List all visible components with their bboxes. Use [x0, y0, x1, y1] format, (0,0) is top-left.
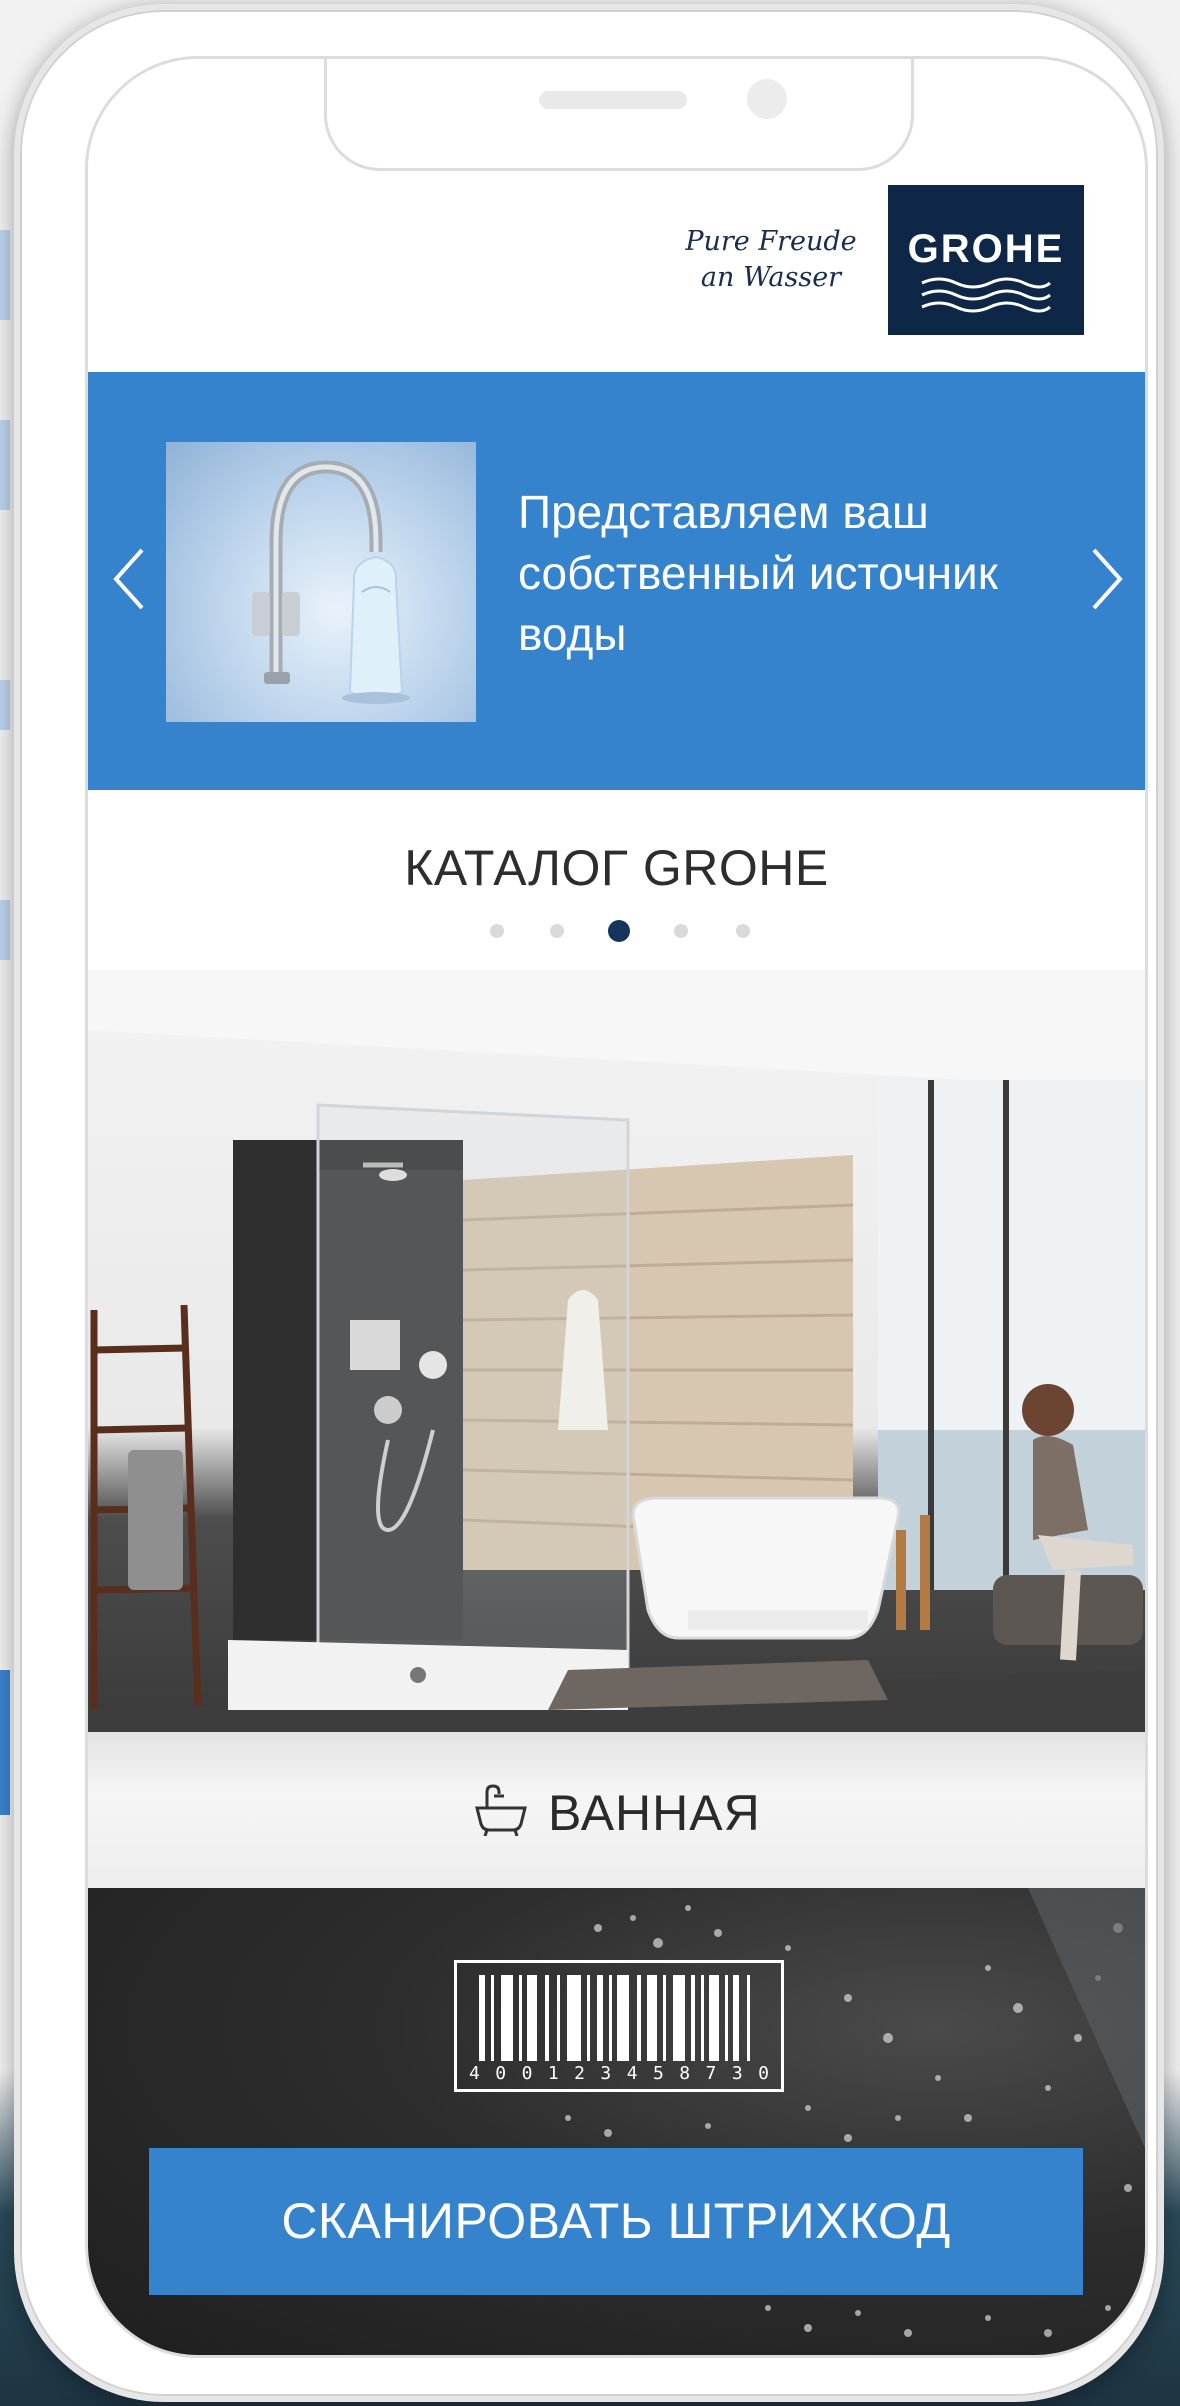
brand-tagline: Pure Freude an Wasser [678, 224, 864, 296]
promo-banner[interactable]: Представляем ваш собственный источник во… [88, 372, 1145, 790]
background-tile [0, 900, 10, 960]
pagination-dot-active[interactable] [608, 920, 630, 942]
barcode-digits: 4 0 0 1 2 3 4 5 8 7 3 0 [469, 2063, 769, 2084]
category-bathroom[interactable]: ВАННАЯ [88, 1732, 1145, 1888]
speaker-grille [539, 91, 687, 109]
bathroom-image[interactable] [88, 970, 1145, 1732]
banner-text-line: собственный источник [518, 547, 998, 599]
barcode-digit: 2 [574, 2063, 585, 2084]
barcode-digit: 7 [705, 2063, 717, 2084]
background-tile [0, 230, 10, 320]
bathroom-illustration [88, 970, 1145, 1732]
phone-frame: Pure Freude an Wasser GROHE Представляем… [14, 4, 1164, 2402]
category-label: ВАННАЯ [548, 1785, 761, 1841]
barcode-digit: 4 [469, 2063, 480, 2084]
background-tile [0, 1670, 10, 1815]
app-screen: Pure Freude an Wasser GROHE Представляем… [88, 59, 1145, 2355]
background-tile [0, 680, 10, 730]
barcode-digit: 4 [626, 2063, 638, 2084]
banner-text-line: Представляем ваш [518, 486, 929, 538]
scan-section: 4 0 0 1 2 3 4 5 8 7 3 0 СКАНИРОВАТЬ ШТРИ… [88, 1888, 1145, 2355]
chevron-left-icon[interactable] [98, 534, 158, 624]
banner-text-line: воды [518, 608, 627, 660]
carousel-pagination [88, 919, 1145, 943]
tagline-line: an Wasser [700, 262, 842, 293]
pagination-dot[interactable] [674, 924, 688, 938]
barcode-digit: 0 [521, 2063, 533, 2084]
tagline-line: Pure Freude [685, 226, 857, 257]
barcode-digit: 0 [758, 2063, 769, 2084]
barcode-digit: 3 [600, 2063, 612, 2084]
catalog-title: КАТАЛОГ GROHE [404, 840, 829, 896]
faucet-image [166, 442, 476, 722]
barcode-icon: 4 0 0 1 2 3 4 5 8 7 3 0 [454, 1960, 784, 2092]
logo-text: GROHE [907, 227, 1065, 271]
barcode-digit: 3 [731, 2063, 743, 2084]
front-camera [747, 79, 787, 119]
grohe-logo[interactable]: GROHE [888, 185, 1084, 335]
background-tile [0, 420, 10, 510]
phone-notch [324, 59, 914, 171]
pagination-dot[interactable] [490, 924, 504, 938]
barcode-digit: 5 [652, 2063, 664, 2084]
barcode-digit: 8 [679, 2063, 691, 2084]
bathtub-icon [475, 1784, 527, 1836]
faucet-icon [252, 460, 410, 704]
pagination-dot[interactable] [550, 924, 564, 938]
scan-barcode-button[interactable]: СКАНИРОВАТЬ ШТРИХКОД [149, 2148, 1083, 2295]
waves-icon [921, 277, 1051, 313]
chevron-right-icon[interactable] [1078, 534, 1138, 624]
banner-headline: Представляем ваш собственный источник во… [518, 482, 1098, 665]
barcode-digit: 1 [547, 2063, 559, 2084]
barcode-digit: 0 [495, 2063, 507, 2084]
pagination-dot[interactable] [736, 924, 750, 938]
